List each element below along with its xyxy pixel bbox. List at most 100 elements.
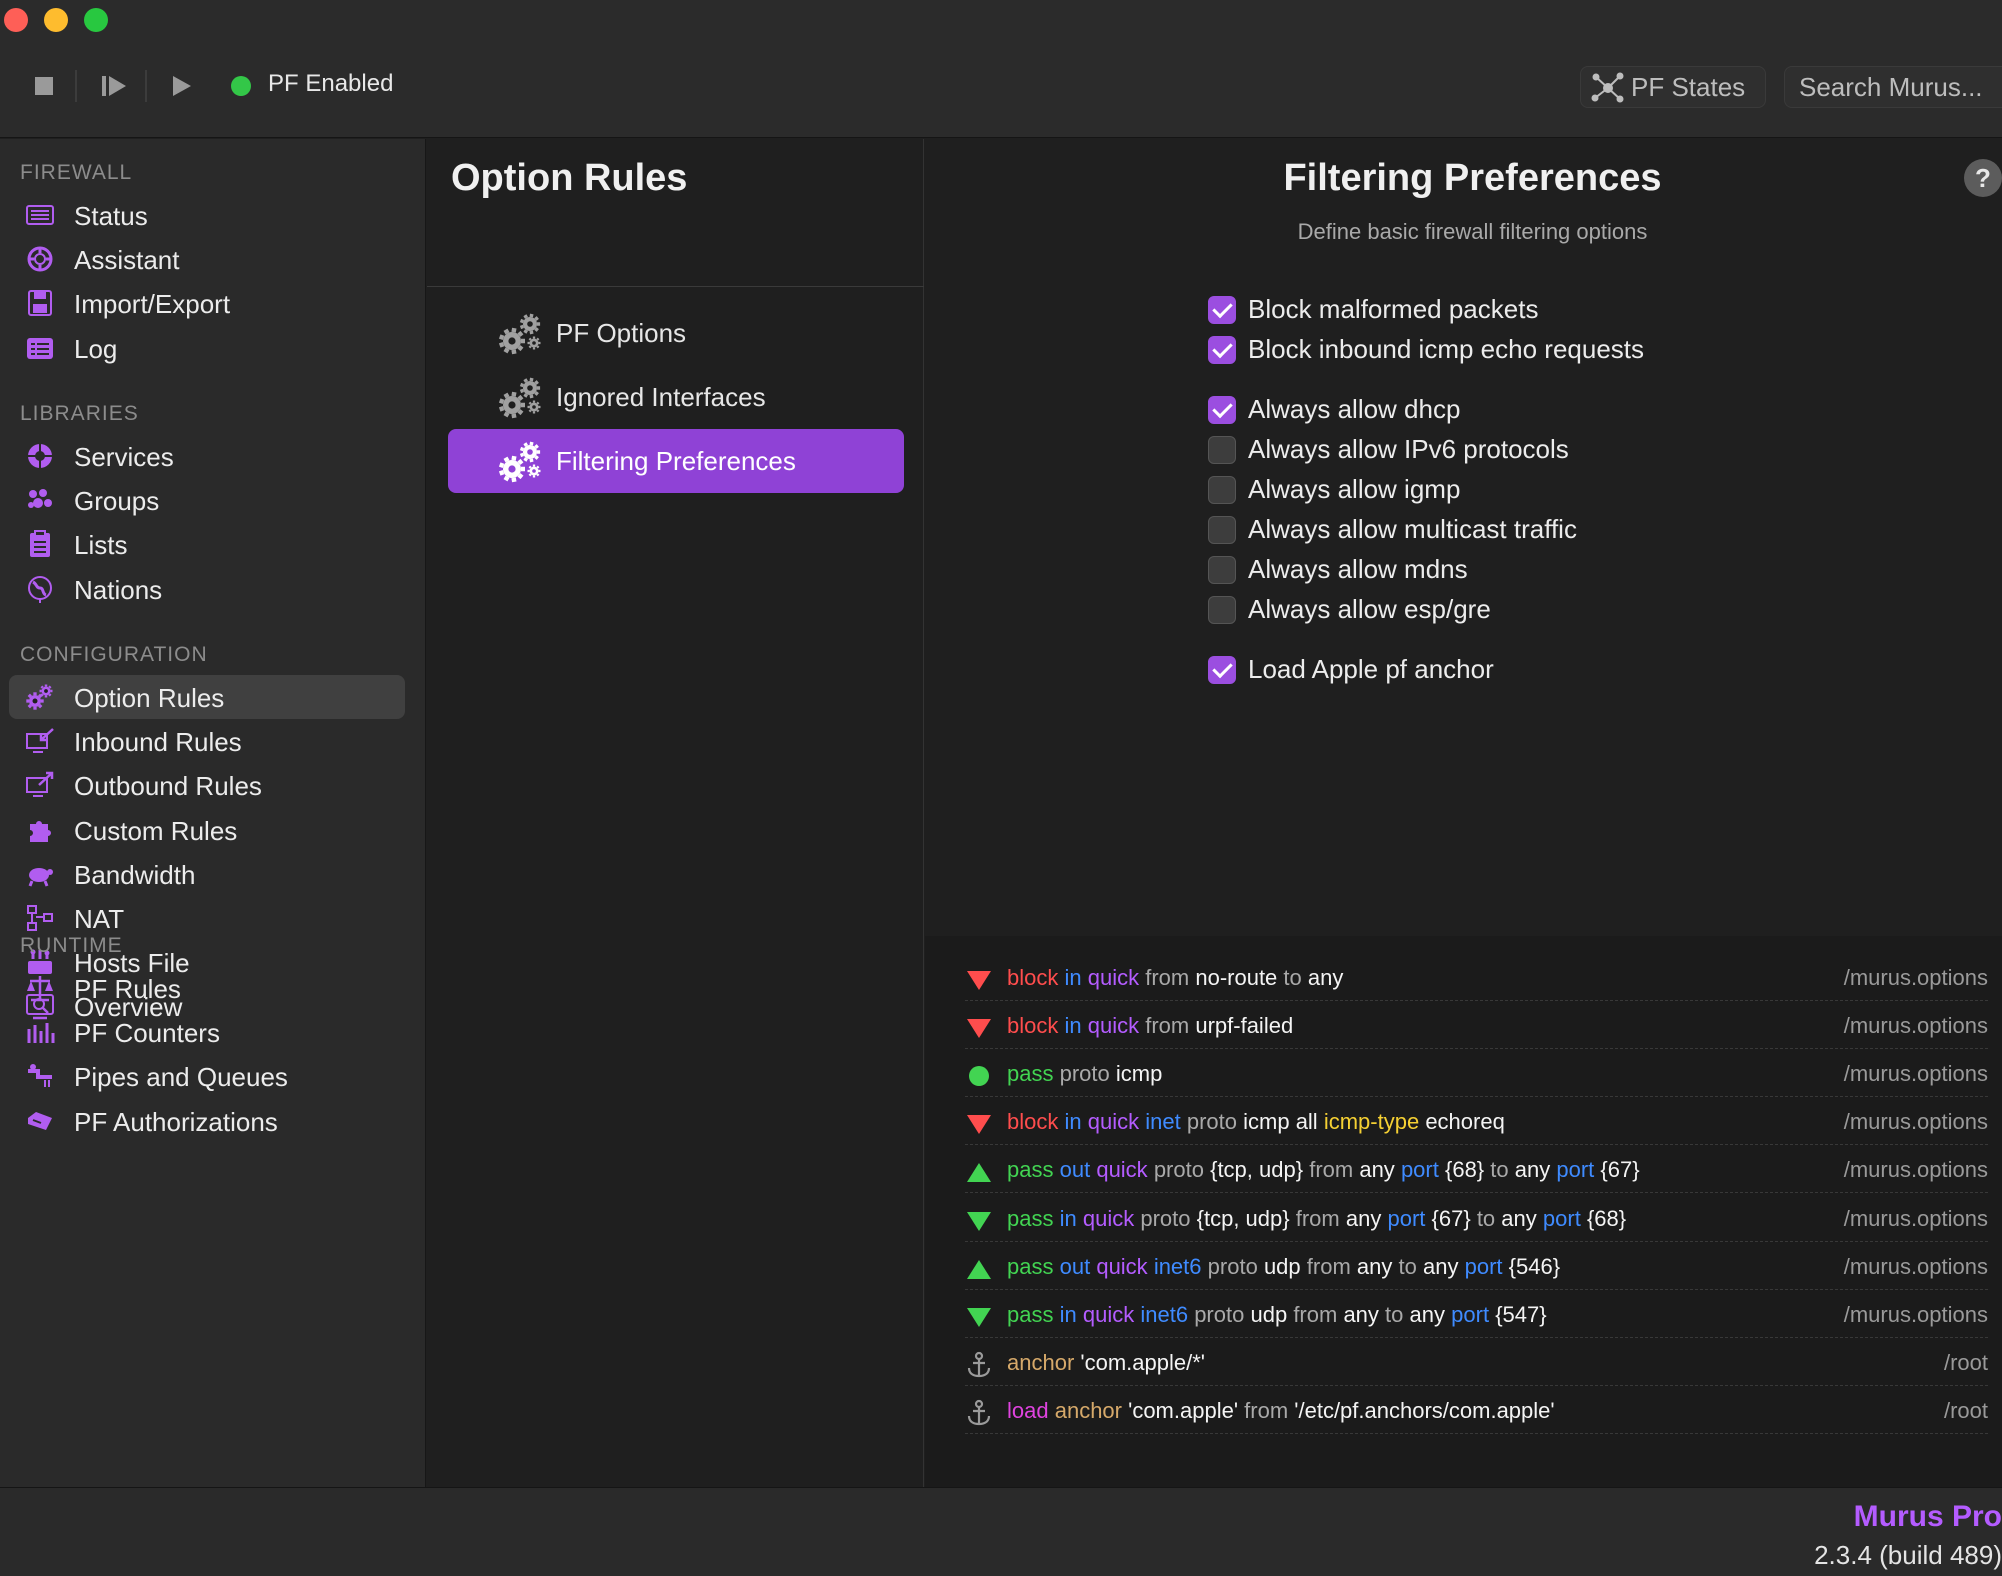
rule-text: pass out quick proto {tcp, udp} from any… [1007,1157,1640,1183]
rule-text: pass proto icmp [1007,1061,1162,1087]
step-play-icon[interactable] [96,68,132,104]
rule-token: quick [1087,965,1140,990]
gears-icon [498,375,544,421]
option-item-label: PF Options [556,318,687,348]
bandwidth-icon [25,859,55,889]
rule-row: anchor 'com.apple/*' /root [965,1338,1988,1386]
groups-icon [25,485,55,515]
toolbar-separator [75,70,77,102]
window-close-button[interactable] [4,8,28,32]
sidebar-item-label: Status [74,201,148,231]
rule-pass-in-icon [965,1207,993,1235]
checkbox[interactable] [1208,436,1236,464]
services-icon [25,441,55,471]
sidebar-item-label: Nations [74,574,163,605]
gears-icon [498,439,544,485]
sidebar-item-inbound-rules[interactable]: Inbound Rules [9,719,405,763]
checkbox-label: Always allow esp/gre [1248,594,1491,624]
sidebar-item-label: PF Rules [74,974,181,1004]
rule-token: quick [1082,1301,1135,1327]
sidebar-item-outbound-rules[interactable]: Outbound Rules [9,763,405,807]
checkbox[interactable] [1208,516,1236,544]
sidebar-item-services[interactable]: Services [9,434,405,478]
sidebar-item-label: Outbound Rules [74,771,262,802]
sidebar-item-groups[interactable]: Groups [9,478,405,522]
rule-token: 'com.apple/*' [1080,1349,1205,1375]
rule-source: /root [1943,1349,1988,1375]
assistant-icon [25,244,55,274]
rule-token: to [1490,1157,1509,1183]
rule-row: pass in quick proto {tcp, udp} from any … [965,1194,1988,1242]
option-item-ignored-interfaces[interactable]: Ignored Interfaces [448,365,904,429]
stop-icon[interactable] [26,68,62,104]
sidebar-item-option-rules[interactable]: Option Rules [9,675,405,719]
rule-token: {68} [1444,1157,1485,1183]
sidebar-item-log[interactable]: Log [9,326,405,370]
page-subtitle: Define basic firewall filtering options [1297,219,1648,244]
nations-icon [25,574,55,604]
lists-icon [25,529,55,559]
checkbox[interactable] [1208,296,1236,324]
rule-row: pass proto icmp/murus.options [965,1049,1988,1098]
rule-token: quick [1096,1157,1148,1183]
sidebar-item-label: Groups [74,486,160,517]
rule-token: port [1464,1253,1503,1279]
option-item-filtering-preferences[interactable]: Filtering Preferences [448,429,904,493]
sidebar-item-lists[interactable]: Lists [9,522,405,566]
rule-token: icmp [1243,1109,1290,1135]
sidebar-item-label: PF Authorizations [74,1106,278,1137]
sidebar-item-custom-rules[interactable]: Custom Rules [9,808,405,852]
sidebar-item-label: NAT [74,904,125,934]
checkbox[interactable] [1208,336,1236,364]
play-icon[interactable] [163,68,199,104]
sidebar-item-label: Import/Export [74,289,231,320]
custom-rules-icon [25,815,55,845]
sidebar-item-label: Log [74,333,118,364]
rule-source: /murus.options [1843,1301,1988,1327]
toolbar: PF Enabled PF States Search Murus... [0,0,2002,138]
sidebar-item-pf-rules[interactable]: PF Rules [9,966,405,1010]
rule-token: {68} [1586,1205,1627,1231]
option-item-pf-options[interactable]: PF Options [448,301,904,365]
checkbox[interactable] [1208,596,1236,624]
sidebar-item-status[interactable]: Status [9,193,405,237]
rule-text: load anchor 'com.apple' from '/etc/pf.an… [1007,1398,1555,1424]
sidebar-item-bandwidth[interactable]: Bandwidth [9,852,405,896]
rule-text: pass in quick inet6 proto udp from any t… [1007,1302,1547,1328]
rule-token: quick [1082,1205,1135,1231]
pf-states-button[interactable]: PF States [1580,66,1766,108]
sidebar-item-assistant[interactable]: Assistant [9,237,405,281]
checkbox[interactable] [1208,556,1236,584]
rule-token: proto [1059,1061,1110,1087]
search-input[interactable]: Search Murus... [1784,66,2002,108]
sidebar-item-pf-counters[interactable]: PF Counters [9,1010,405,1054]
option-item-label: Ignored Interfaces [556,382,766,412]
rule-token: inet [1145,1109,1181,1135]
checkbox[interactable] [1208,396,1236,424]
sidebar-item-nations[interactable]: Nations [9,567,405,611]
pipes-queues-icon [25,1061,55,1091]
checkbox[interactable] [1208,656,1236,684]
rule-token: {67} [1431,1205,1471,1231]
sidebar-item-pipes-and-queues[interactable]: Pipes and Queues [9,1054,405,1098]
rule-pass-out-icon [965,1158,993,1186]
pf-counters-icon [25,1017,55,1047]
window-zoom-button[interactable] [84,8,108,32]
sidebar-item-pf-authorizations[interactable]: PF Authorizations [9,1099,405,1143]
help-button[interactable]: ? [1964,159,2002,197]
rule-token: block [1007,1013,1059,1039]
rule-token: echoreq [1425,1109,1505,1135]
rule-row: pass in quick inet6 proto udp from any t… [965,1290,1988,1338]
rule-token: from [1306,1253,1351,1279]
nat-icon [25,903,55,933]
rule-source: /murus.options [1843,965,1988,990]
product-name: Murus Pro [1853,1500,2002,1533]
rule-pass-icon [965,1062,993,1090]
rule-token: {546} [1508,1253,1561,1279]
sidebar-item-label: Assistant [74,245,180,276]
window-minimize-button[interactable] [44,8,68,32]
rule-token: anchor [1007,1349,1075,1375]
checkbox[interactable] [1208,476,1236,504]
rule-token: {tcp, udp} [1196,1205,1290,1231]
sidebar-item-import-export[interactable]: Import/Export [9,281,405,325]
